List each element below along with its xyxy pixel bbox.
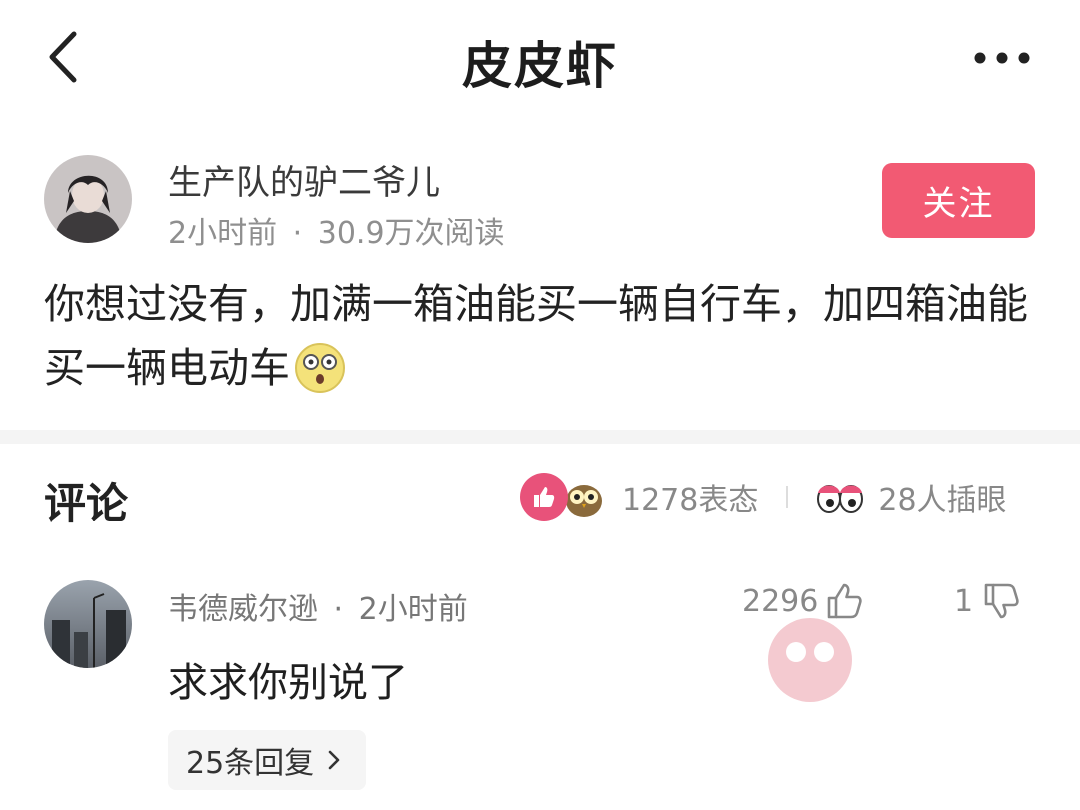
- top-bar: 皮皮虾: [0, 0, 1080, 120]
- commenter-name[interactable]: 韦德威尔逊: [168, 592, 318, 627]
- replies-label: 25条回复: [186, 746, 315, 781]
- post-content: 你想过没有，加满一箱油能买一辆自行车，加四箱油能买一辆电动车: [44, 272, 1044, 400]
- commenter-avatar[interactable]: [44, 580, 132, 668]
- peek-count: 28人插眼: [878, 483, 1007, 518]
- comment-time: 2小时前: [358, 592, 468, 627]
- more-options-button[interactable]: [968, 38, 1040, 78]
- author-name[interactable]: 生产队的驴二爷儿: [168, 155, 440, 204]
- thumbs-down-outline-icon: [984, 583, 1019, 619]
- comment-meta: 韦德威尔逊 · 2小时前: [168, 584, 468, 628]
- comment-dislike-button[interactable]: 1: [954, 580, 1023, 622]
- author-avatar[interactable]: [44, 155, 132, 243]
- read-count: 30.9万次阅读: [317, 216, 505, 251]
- comment-meta-separator: ·: [333, 592, 344, 627]
- follow-button[interactable]: 关注: [882, 163, 1035, 238]
- thumbs-up-badge-icon: [520, 473, 568, 521]
- reaction-separator: [786, 486, 789, 508]
- shocked-face-emoji-icon: [294, 342, 346, 394]
- thumbs-up-outline-icon: [828, 583, 863, 619]
- comment-like-count: 2296: [742, 583, 819, 619]
- page-title: 皮皮虾: [462, 37, 618, 95]
- comments-heading: 评论: [44, 479, 129, 528]
- comment-dislike-count: 1: [954, 583, 974, 619]
- more-dots-icon: [974, 52, 1030, 64]
- reactions-count: 1278表态: [622, 483, 759, 518]
- view-replies-button[interactable]: 25条回复: [168, 730, 366, 790]
- peeking-eyes-icon: [812, 477, 868, 517]
- comment-like-button[interactable]: 2296: [742, 580, 866, 622]
- post-meta: 2小时前 · 30.9万次阅读: [168, 208, 505, 252]
- post-text: 你想过没有，加满一箱油能买一辆自行车，加四箱油能买一辆电动车: [44, 280, 1028, 392]
- post-time: 2小时前: [168, 216, 278, 251]
- comment-text: 求求你别说了: [168, 660, 408, 706]
- reactions-bar[interactable]: 1278表态 28人插眼: [520, 472, 1007, 522]
- section-divider: [0, 430, 1080, 444]
- meta-separator: ·: [292, 216, 303, 251]
- chevron-right-icon: [328, 750, 340, 770]
